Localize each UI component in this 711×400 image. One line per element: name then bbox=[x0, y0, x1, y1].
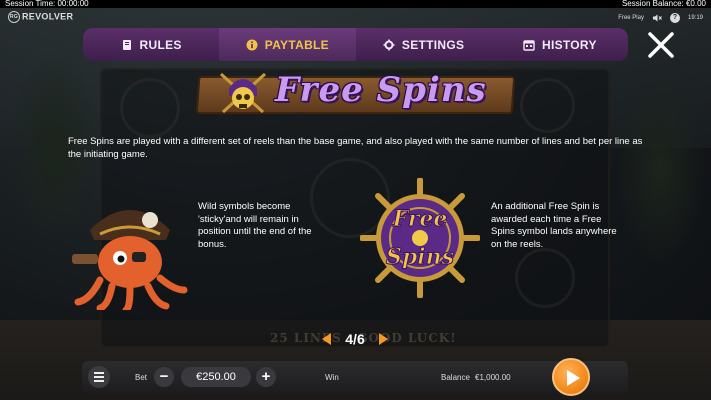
session-balance: Session Balance: €0.00 bbox=[621, 0, 706, 8]
menu-icon-line bbox=[94, 380, 104, 382]
page-indicator: 4/6 bbox=[345, 331, 365, 347]
free-spins-description: Free Spins are played with a different s… bbox=[68, 136, 643, 160]
brand-row: RG REVOLVER Free Play ? 19:19 bbox=[0, 8, 711, 28]
calendar-icon bbox=[523, 39, 535, 51]
tab-label: HISTORY bbox=[541, 37, 597, 52]
octopus-pirate-wild-icon bbox=[72, 210, 188, 310]
free-spin-feature-text: An additional Free Spin is awarded each … bbox=[491, 201, 617, 250]
next-page-arrow-icon[interactable] bbox=[379, 333, 388, 345]
logo-text: REVOLVER bbox=[22, 11, 74, 22]
gear-icon bbox=[383, 39, 395, 50]
tab-label: RULES bbox=[139, 37, 182, 52]
info-icon bbox=[246, 39, 258, 50]
free-spins-wheel-icon: Free Spins bbox=[360, 178, 480, 298]
wild-feature-text: Wild symbols become 'sticky'and will rem… bbox=[198, 201, 312, 250]
tab-rules[interactable]: RULES bbox=[83, 28, 219, 61]
menu-button[interactable] bbox=[88, 366, 110, 388]
revolver-logo: RG REVOLVER bbox=[8, 11, 73, 23]
menu-icon-line bbox=[94, 376, 104, 378]
mute-icon[interactable] bbox=[652, 13, 662, 23]
play-icon bbox=[567, 370, 580, 386]
bet-value: €250.00 bbox=[181, 367, 251, 387]
tab-paytable[interactable]: PAYTABLE bbox=[219, 28, 356, 61]
prev-page-arrow-icon[interactable] bbox=[322, 333, 331, 345]
play-mode: Free Play bbox=[618, 15, 644, 21]
session-bar: Session Time: 00:00:00 Session Balance: … bbox=[0, 0, 711, 8]
wheel-text-top: Free bbox=[392, 206, 448, 232]
paytable-nav: RULES PAYTABLE SETTINGS HISTORY bbox=[83, 28, 628, 61]
page-title: Free Spins bbox=[275, 70, 487, 110]
spin-button[interactable] bbox=[552, 358, 590, 396]
tab-history[interactable]: HISTORY bbox=[492, 28, 628, 61]
tab-label: PAYTABLE bbox=[264, 37, 329, 52]
tab-label: SETTINGS bbox=[401, 37, 465, 52]
status-area: Free Play ? 19:19 bbox=[618, 13, 703, 23]
wheel-text-bottom: Spins bbox=[386, 244, 454, 270]
book-icon bbox=[122, 39, 131, 50]
bet-decrease-button[interactable]: − bbox=[154, 367, 174, 387]
tab-settings[interactable]: SETTINGS bbox=[356, 28, 492, 61]
skull-swords-icon bbox=[219, 72, 267, 114]
balance-label: Balance bbox=[441, 373, 470, 382]
bet-label: Bet bbox=[135, 373, 148, 382]
page-pager: 4/6 bbox=[322, 330, 388, 348]
logo-badge: RG bbox=[8, 11, 20, 23]
bet-increase-button[interactable]: + bbox=[256, 367, 276, 387]
session-time: Session Time: 00:00:00 bbox=[5, 0, 89, 8]
close-icon[interactable] bbox=[646, 30, 676, 60]
help-icon[interactable]: ? bbox=[669, 13, 680, 23]
title-banner: Free Spins bbox=[195, 66, 516, 122]
menu-icon-line bbox=[94, 372, 104, 374]
clock: 19:19 bbox=[687, 15, 703, 21]
balance-value: €1,000.00 bbox=[475, 373, 511, 382]
win-label: Win bbox=[325, 373, 339, 382]
